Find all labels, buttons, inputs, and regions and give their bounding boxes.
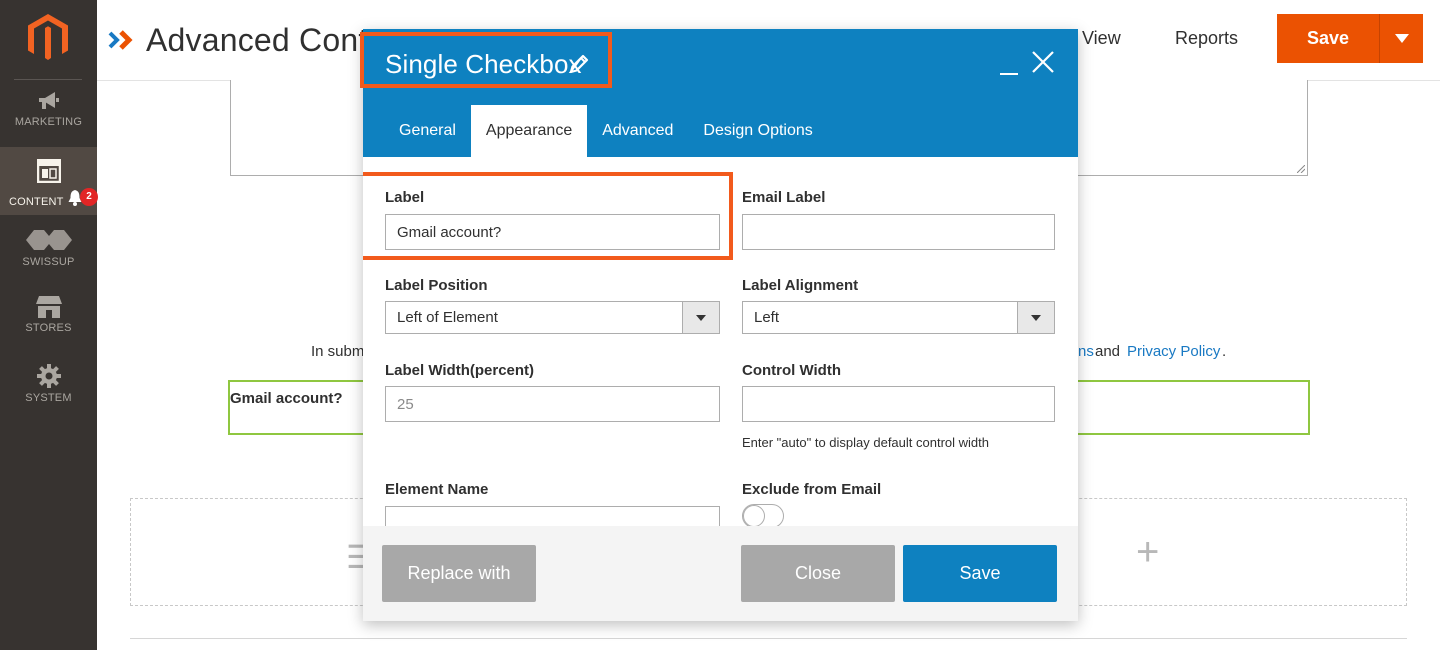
element-name-field-label: Element Name <box>385 481 489 498</box>
magento-logo-icon[interactable] <box>28 14 68 62</box>
sidebar-item-label: CONTENT <box>9 196 64 208</box>
select-arrow <box>682 302 719 333</box>
label-alignment-select[interactable]: Left <box>742 301 1055 334</box>
sidebar-item-label: MARKETING <box>14 116 83 128</box>
terms-period: . <box>1222 343 1227 360</box>
reports-link[interactable]: Reports <box>1175 28 1238 49</box>
sidebar-item-label: STORES <box>25 322 72 334</box>
page-header: Advanced Cont <box>108 18 367 62</box>
element-name-input[interactable] <box>385 506 720 527</box>
dialog-footer: Replace with Close Save <box>363 526 1078 621</box>
tab-appearance[interactable]: Appearance <box>470 105 588 157</box>
label-input[interactable]: Gmail account? <box>385 214 720 250</box>
megaphone-icon <box>38 92 59 109</box>
view-link[interactable]: View <box>1082 28 1121 49</box>
terms-link[interactable]: ns <box>1078 343 1094 360</box>
chevrons-right-icon <box>108 30 133 50</box>
sidebar-item-marketing[interactable]: MARKETING <box>0 90 97 146</box>
control-width-hint: Enter "auto" to display default control … <box>742 435 989 450</box>
privacy-policy-link[interactable]: Privacy Policy <box>1127 343 1220 360</box>
label-alignment-field-label: Label Alignment <box>742 277 859 294</box>
element-settings-dialog: Single Checkbox General Appearance Advan… <box>360 29 1078 621</box>
control-width-input[interactable] <box>742 386 1055 422</box>
label-width-input[interactable]: 25 <box>385 386 720 422</box>
store-icon <box>35 296 62 318</box>
email-label-input[interactable] <box>742 214 1055 250</box>
resize-handle-icon[interactable] <box>1297 165 1305 173</box>
replace-with-button[interactable]: Replace with <box>382 545 536 602</box>
dialog-body: Label Gmail account? Email Label Label P… <box>363 157 1078 527</box>
caret-down-icon <box>1031 314 1041 321</box>
sidebar-item-system[interactable]: SYSTEM <box>0 364 97 412</box>
dialog-title: Single Checkbox <box>385 49 582 79</box>
sidebar-item-stores[interactable]: STORES <box>0 296 97 344</box>
select-arrow <box>1017 302 1054 333</box>
pencil-icon[interactable] <box>568 53 590 75</box>
caret-down-icon <box>696 314 706 321</box>
tab-advanced[interactable]: Advanced <box>587 105 688 157</box>
label-field-label: Label <box>385 189 425 206</box>
background-checkbox-label: Gmail account? <box>230 390 343 407</box>
dialog-tabs: General Appearance Advanced Design Optio… <box>384 105 828 157</box>
sidebar-item-label: SWISSUP <box>22 256 75 268</box>
sidebar-item-swissup[interactable]: SWISSUP <box>0 228 97 276</box>
sidebar-divider <box>14 79 82 80</box>
label-position-value: Left of Element <box>397 309 498 326</box>
save-options-toggle[interactable] <box>1379 14 1423 63</box>
terms-text-prefix: In subm <box>311 343 365 360</box>
page-title: Advanced Cont <box>146 21 368 58</box>
admin-sidebar: MARKETING CONTENT 2 SWISSUP STORES SYSTE… <box>0 0 98 650</box>
dialog-save-button[interactable]: Save <box>903 545 1057 602</box>
terms-and-text: and <box>1095 343 1121 360</box>
gear-icon <box>36 364 61 388</box>
caret-down-icon <box>1394 34 1409 43</box>
label-position-select[interactable]: Left of Element <box>385 301 720 334</box>
label-alignment-value: Left <box>754 309 780 326</box>
page-save-button[interactable]: Save <box>1277 14 1379 63</box>
control-width-field-label: Control Width <box>742 362 842 379</box>
exclude-email-toggle[interactable] <box>742 504 784 527</box>
dialog-header: Single Checkbox General Appearance Advan… <box>360 29 1078 157</box>
sidebar-item-content[interactable]: CONTENT <box>0 147 97 215</box>
exclude-email-field-label: Exclude from Email <box>742 481 882 498</box>
notification-badge: 2 <box>80 188 98 206</box>
tab-general[interactable]: General <box>384 105 471 157</box>
sidebar-item-label: SYSTEM <box>25 392 72 404</box>
close-button[interactable]: Close <box>741 545 895 602</box>
email-label-field-label: Email Label <box>742 189 826 206</box>
swissup-icon <box>25 230 72 250</box>
close-icon[interactable] <box>1032 51 1054 73</box>
toggle-knob <box>743 505 765 527</box>
layout-icon <box>36 159 61 183</box>
label-width-field-label: Label Width(percent) <box>385 362 535 379</box>
minimize-icon[interactable] <box>1000 73 1018 75</box>
label-position-field-label: Label Position <box>385 277 488 294</box>
content-divider <box>130 638 1407 639</box>
tab-design-options[interactable]: Design Options <box>688 105 827 157</box>
plus-icon[interactable]: + <box>1136 530 1159 575</box>
